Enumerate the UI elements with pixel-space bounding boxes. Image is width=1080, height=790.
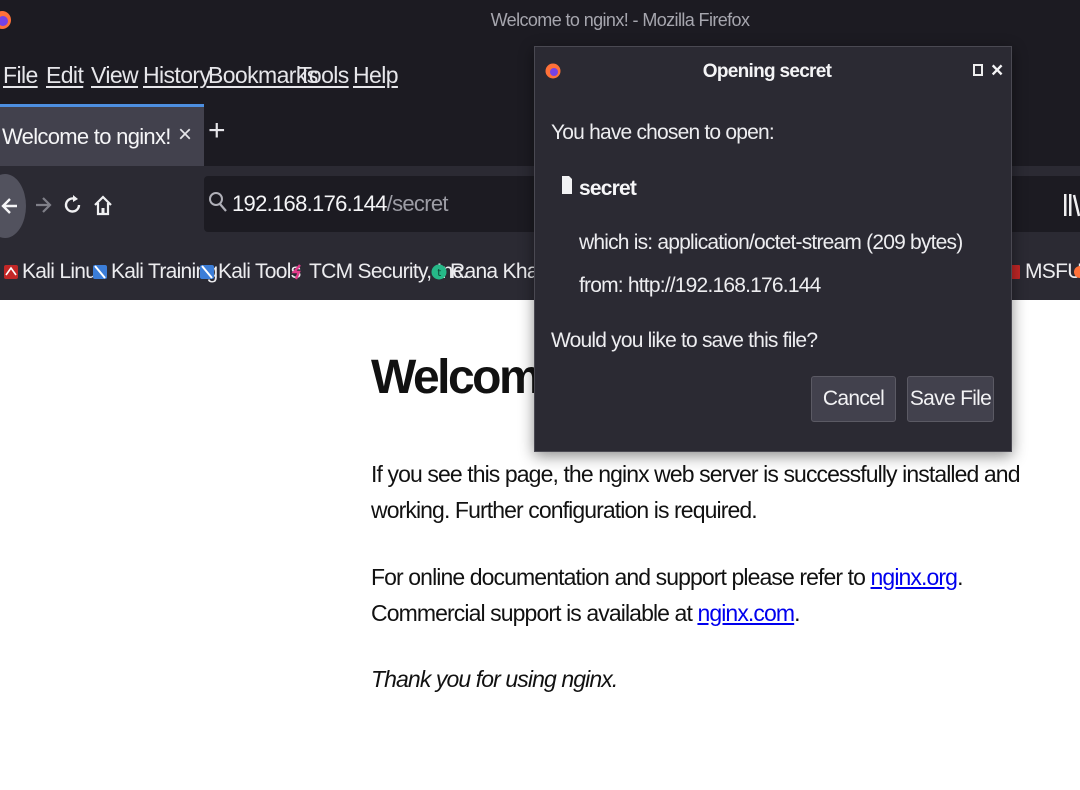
- period: .: [794, 600, 800, 626]
- bookmark-overflow[interactable]: [1072, 258, 1080, 286]
- dialog-intro: You have chosen to open:: [551, 121, 775, 144]
- forward-button[interactable]: [30, 190, 56, 220]
- home-button[interactable]: [90, 190, 116, 220]
- search-icon: [208, 190, 228, 219]
- menu-file[interactable]: File: [3, 62, 38, 89]
- menu-tools[interactable]: Tools: [298, 62, 349, 89]
- period: .: [957, 564, 963, 590]
- cancel-button[interactable]: Cancel: [811, 376, 896, 422]
- menu-view[interactable]: View: [91, 62, 139, 89]
- file-type: which is: application/octet-stream (209 …: [579, 231, 963, 254]
- file-icon: [561, 175, 573, 200]
- support-paragraph: For online documentation and support ple…: [371, 559, 963, 631]
- thanks-text: Thank you for using nginx.: [371, 666, 618, 692]
- support-text-1: For online documentation and support ple…: [371, 564, 871, 590]
- dialog-close-icon[interactable]: ×: [991, 59, 1003, 83]
- back-arrow-icon: [1, 198, 17, 214]
- file-name: secret: [579, 177, 637, 200]
- forward-arrow-icon: [36, 197, 52, 213]
- library-icon[interactable]: [1062, 192, 1080, 223]
- url-host: 192.168.176.144: [232, 191, 387, 216]
- nginx-com-link[interactable]: nginx.com: [697, 600, 795, 626]
- tab-close-icon[interactable]: ×: [178, 121, 192, 149]
- tab-welcome-nginx[interactable]: Welcome to nginx! ×: [0, 104, 204, 166]
- rana-khalil-icon: t: [431, 264, 447, 280]
- intro-line-1: If you see this page, the nginx web serv…: [371, 461, 1020, 487]
- save-file-button[interactable]: Save File: [907, 376, 994, 422]
- window-title: Welcome to nginx! - Mozilla Firefox: [490, 10, 750, 30]
- bookmark-favicon-icon: [1074, 266, 1080, 278]
- menu-edit[interactable]: Edit: [46, 62, 84, 89]
- bookmark-kali-linux[interactable]: Kali Linux: [3, 258, 107, 286]
- intro-paragraph: If you see this page, the nginx web serv…: [371, 456, 1020, 528]
- kali-dragon-icon: [4, 265, 18, 279]
- file-source: from: http://192.168.176.144: [579, 274, 821, 297]
- intro-line-2: working. Further configuration is requir…: [371, 497, 758, 523]
- menu-help[interactable]: Help: [353, 62, 399, 89]
- opening-file-dialog: Opening secret × You have chosen to open…: [534, 46, 1012, 452]
- support-line-1: For online documentation and support ple…: [371, 559, 963, 595]
- kali-tools-icon: [200, 265, 214, 279]
- reload-button[interactable]: [60, 190, 86, 220]
- menu-history[interactable]: History: [143, 62, 211, 89]
- bookmark-msfu[interactable]: MSFU: [1006, 258, 1080, 286]
- nginx-org-link[interactable]: nginx.org: [871, 564, 958, 590]
- dialog-header: Opening secret ×: [535, 47, 1011, 97]
- dialog-title: Opening secret: [702, 61, 832, 82]
- bookmark-kali-tools[interactable]: Kali Tools: [199, 258, 301, 286]
- reload-icon: [64, 195, 81, 213]
- kali-training-icon: [93, 265, 107, 279]
- home-icon: [94, 195, 112, 216]
- new-tab-plus-icon[interactable]: +: [208, 116, 234, 150]
- tcm-security-icon: [291, 264, 301, 280]
- window-titlebar: Welcome to nginx! - Mozilla Firefox: [0, 0, 1080, 44]
- url-path: /secret: [386, 191, 449, 216]
- back-button[interactable]: [0, 174, 26, 238]
- maximize-icon[interactable]: [973, 64, 983, 76]
- save-question: Would you like to save this file?: [551, 329, 818, 352]
- bookmark-label: Kali Tools: [218, 260, 301, 283]
- url-text[interactable]: 192.168.176.144/secret: [232, 191, 448, 217]
- support-text-2: Commercial support is available at: [371, 600, 698, 626]
- support-line-2: Commercial support is available at nginx…: [371, 595, 963, 631]
- tab-title: Welcome to nginx!: [2, 124, 171, 149]
